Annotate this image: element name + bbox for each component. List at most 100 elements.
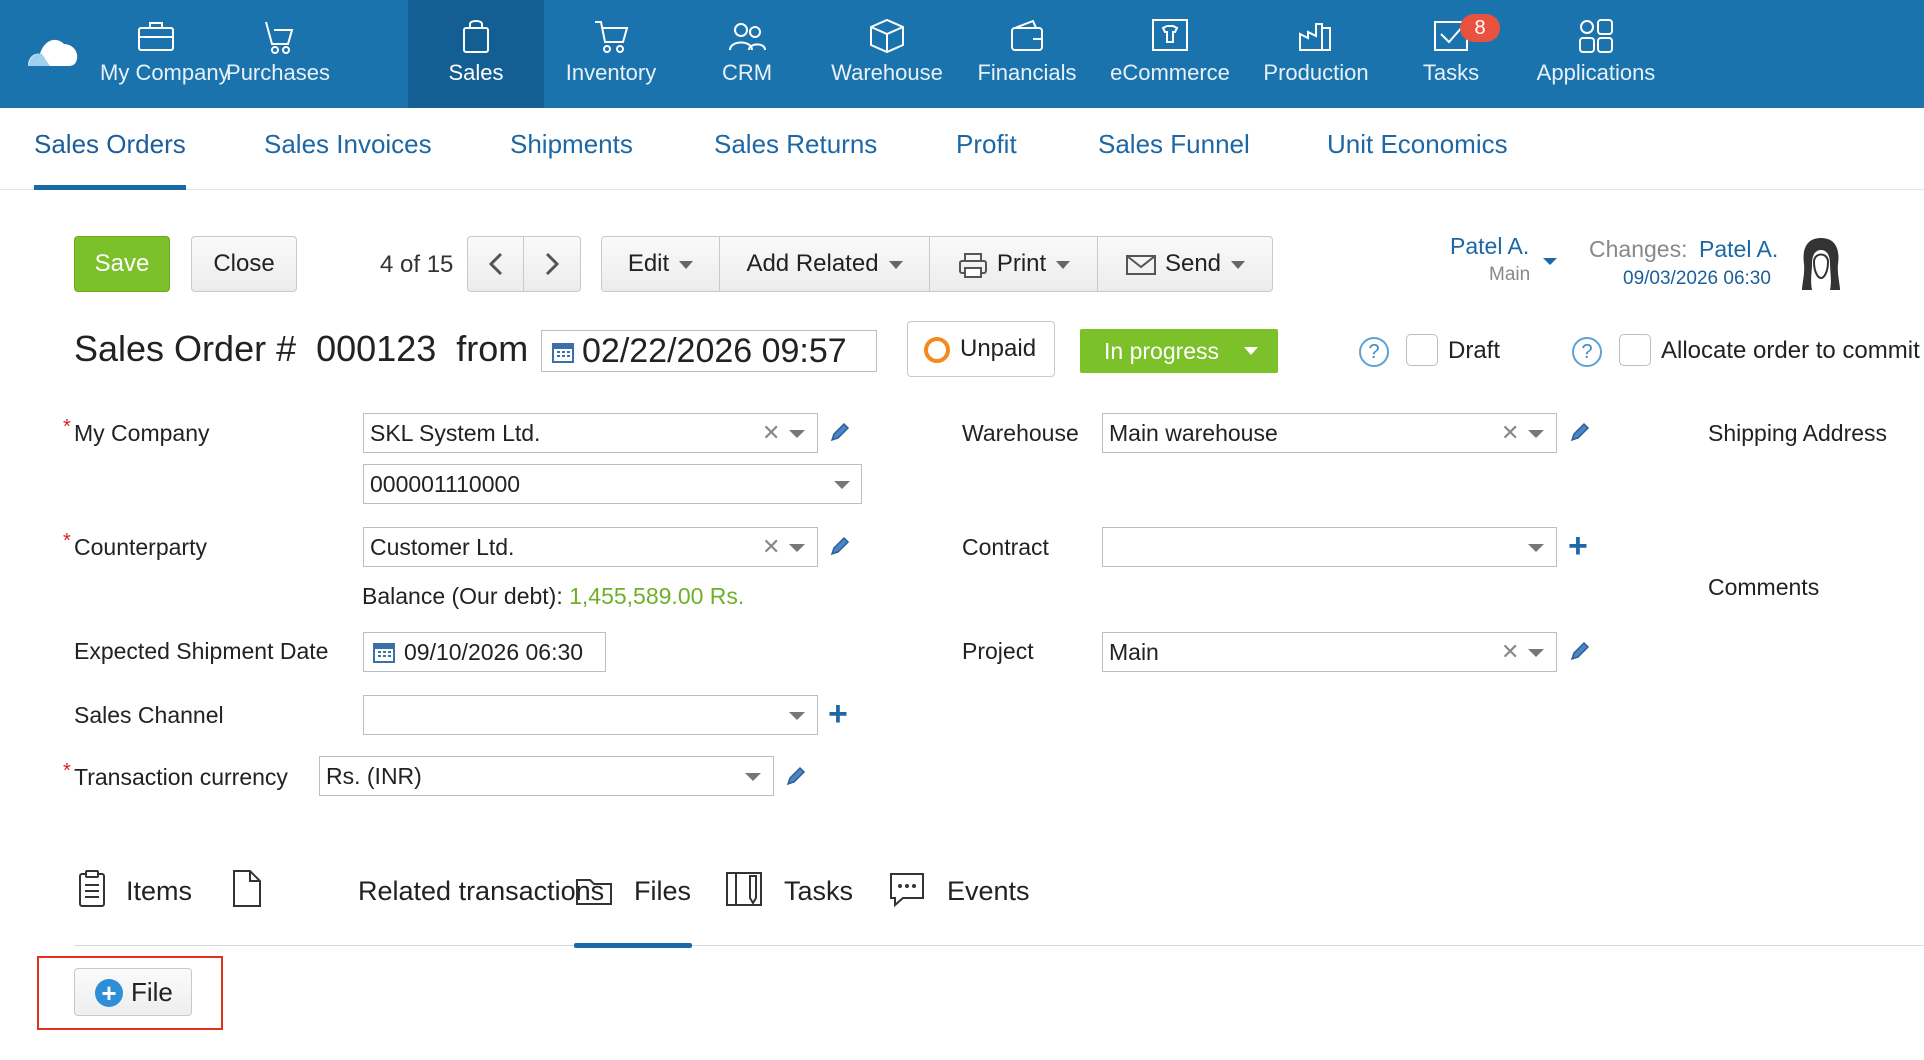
counterparty-value: Customer Ltd. <box>370 534 515 560</box>
nav-ecommerce[interactable]: eCommerce <box>1104 0 1236 108</box>
allocate-checkbox[interactable] <box>1619 334 1651 366</box>
subtab-sales-returns[interactable]: Sales Returns <box>714 108 877 190</box>
pager-arrows <box>467 236 581 292</box>
calendar-icon[interactable] <box>552 341 574 363</box>
warehouse-select[interactable]: Main warehouse ✕ <box>1102 413 1557 453</box>
transaction-currency-label: * Transaction currency <box>63 760 288 791</box>
nav-my-company[interactable]: My Company <box>100 0 230 108</box>
expected-shipment-date-input[interactable]: 09/10/2026 06:30 <box>363 632 606 672</box>
briefcase-icon <box>138 22 174 51</box>
chevron-down-icon[interactable] <box>789 712 805 720</box>
subtab-sales-orders[interactable]: Sales Orders <box>34 108 186 190</box>
owner-group-text: Main <box>1489 264 1531 285</box>
tab-items-label: Items <box>126 876 193 906</box>
expected-shipment-label: Expected Shipment Date <box>74 638 329 664</box>
shopping-bag-icon <box>463 20 489 53</box>
clear-icon[interactable]: ✕ <box>1501 633 1519 671</box>
calendar-icon[interactable] <box>373 641 395 663</box>
nav-inventory[interactable]: Inventory <box>554 0 668 108</box>
clear-icon[interactable]: ✕ <box>762 414 780 452</box>
nav-crm[interactable]: CRM <box>690 0 804 108</box>
sales-channel-label: Sales Channel <box>74 702 224 728</box>
nav-warehouse[interactable]: Warehouse <box>826 0 948 108</box>
nav-sales[interactable]: Sales <box>408 0 544 108</box>
print-menu-button[interactable]: Print <box>930 237 1098 291</box>
chevron-down-icon[interactable] <box>789 544 805 552</box>
nav-applications[interactable]: Applications <box>1524 0 1668 108</box>
sales-channel-select[interactable] <box>363 695 818 735</box>
subtab-unit-economics[interactable]: Unit Economics <box>1327 108 1508 190</box>
warehouse-value: Main warehouse <box>1109 420 1278 446</box>
add-related-menu-button[interactable]: Add Related <box>720 237 930 291</box>
chevron-down-icon[interactable] <box>745 773 761 781</box>
edit-pencil-icon[interactable] <box>829 535 851 557</box>
contract-label: Contract <box>962 534 1049 560</box>
add-contract-plus-icon[interactable]: + <box>1568 529 1588 563</box>
allocate-help-icon[interactable]: ? <box>1572 337 1602 367</box>
shipping-address-label: Shipping Address <box>1708 420 1888 446</box>
add-file-label: File <box>131 977 173 1007</box>
owner-user-link[interactable]: Patel A. <box>1450 233 1529 260</box>
save-button[interactable]: Save <box>74 236 170 292</box>
chevron-down-icon[interactable] <box>1528 430 1544 438</box>
subtab-sales-invoices[interactable]: Sales Invoices <box>264 108 432 190</box>
balance-amount: 1,455,589.00 Rs. <box>569 583 745 609</box>
next-record-button[interactable] <box>524 237 580 291</box>
add-sales-channel-plus-icon[interactable]: + <box>828 697 848 731</box>
transaction-currency-label-text: Transaction currency <box>74 764 288 790</box>
nav-purchases[interactable]: Purchases <box>222 0 334 108</box>
tab-files[interactable]: Files <box>574 862 692 948</box>
app-logo-icon[interactable] <box>24 30 80 70</box>
send-menu-button[interactable]: Send <box>1098 237 1272 291</box>
nav-financials[interactable]: Financials <box>970 0 1084 108</box>
chevron-down-icon[interactable] <box>1528 544 1544 552</box>
draft-checkbox[interactable] <box>1406 334 1438 366</box>
edit-pencil-icon[interactable] <box>785 765 807 787</box>
edit-menu-button[interactable]: Edit <box>602 237 720 291</box>
nav-production[interactable]: Production <box>1256 0 1376 108</box>
counterparty-label-text: Counterparty <box>74 534 207 560</box>
edit-pencil-icon[interactable] <box>829 421 851 443</box>
chevron-down-icon[interactable] <box>834 481 850 489</box>
tab-related-transactions[interactable]: Related transactions <box>228 862 618 946</box>
order-date-input[interactable]: 02/22/2026 09:57 <box>541 330 877 372</box>
changes-user-link[interactable]: Patel A. <box>1699 236 1778 263</box>
tab-files-label: Files <box>634 876 692 906</box>
clear-icon[interactable]: ✕ <box>1501 414 1519 452</box>
tab-tasks[interactable]: Tasks <box>724 862 853 946</box>
contract-select[interactable] <box>1102 527 1557 567</box>
account-select[interactable]: 000001110000 <box>363 464 862 504</box>
nav-label: Applications <box>1536 60 1656 85</box>
project-select[interactable]: Main ✕ <box>1102 632 1557 672</box>
order-date-value: 02/22/2026 09:57 <box>582 332 847 370</box>
nav-tasks[interactable]: Tasks 8 <box>1398 0 1504 108</box>
order-status-dropdown[interactable]: In progress <box>1080 329 1278 373</box>
my-company-select[interactable]: SKL System Ltd. ✕ <box>363 413 818 453</box>
transaction-currency-select[interactable]: Rs. (INR) <box>319 756 774 796</box>
nav-label: My Company <box>100 60 230 85</box>
tab-items[interactable]: Items <box>74 862 200 946</box>
edit-pencil-icon[interactable] <box>1569 640 1591 662</box>
tab-events[interactable]: Events <box>887 862 1039 946</box>
edit-pencil-icon[interactable] <box>1569 421 1591 443</box>
my-company-label: * My Company <box>63 416 209 447</box>
owner-dropdown-icon[interactable] <box>1543 258 1557 265</box>
payment-status-button[interactable]: Unpaid <box>907 321 1055 377</box>
chevron-down-icon[interactable] <box>789 430 805 438</box>
subtab-shipments[interactable]: Shipments <box>510 108 633 190</box>
add-file-button[interactable]: + File <box>74 968 192 1016</box>
chevron-down-icon <box>888 260 903 269</box>
order-number[interactable]: 000123 <box>316 328 436 369</box>
close-button[interactable]: Close <box>191 236 297 292</box>
chevron-down-icon[interactable] <box>1528 649 1544 657</box>
draft-help-icon[interactable]: ? <box>1359 337 1389 367</box>
counterparty-select[interactable]: Customer Ltd. ✕ <box>363 527 818 567</box>
previous-record-button[interactable] <box>468 237 524 291</box>
document-icon <box>233 870 261 907</box>
clear-icon[interactable]: ✕ <box>762 528 780 566</box>
project-value: Main <box>1109 639 1159 665</box>
subtab-sales-funnel[interactable]: Sales Funnel <box>1098 108 1250 190</box>
user-avatar-icon[interactable] <box>1798 234 1844 294</box>
box-icon <box>870 18 904 54</box>
subtab-profit[interactable]: Profit <box>956 108 1017 190</box>
